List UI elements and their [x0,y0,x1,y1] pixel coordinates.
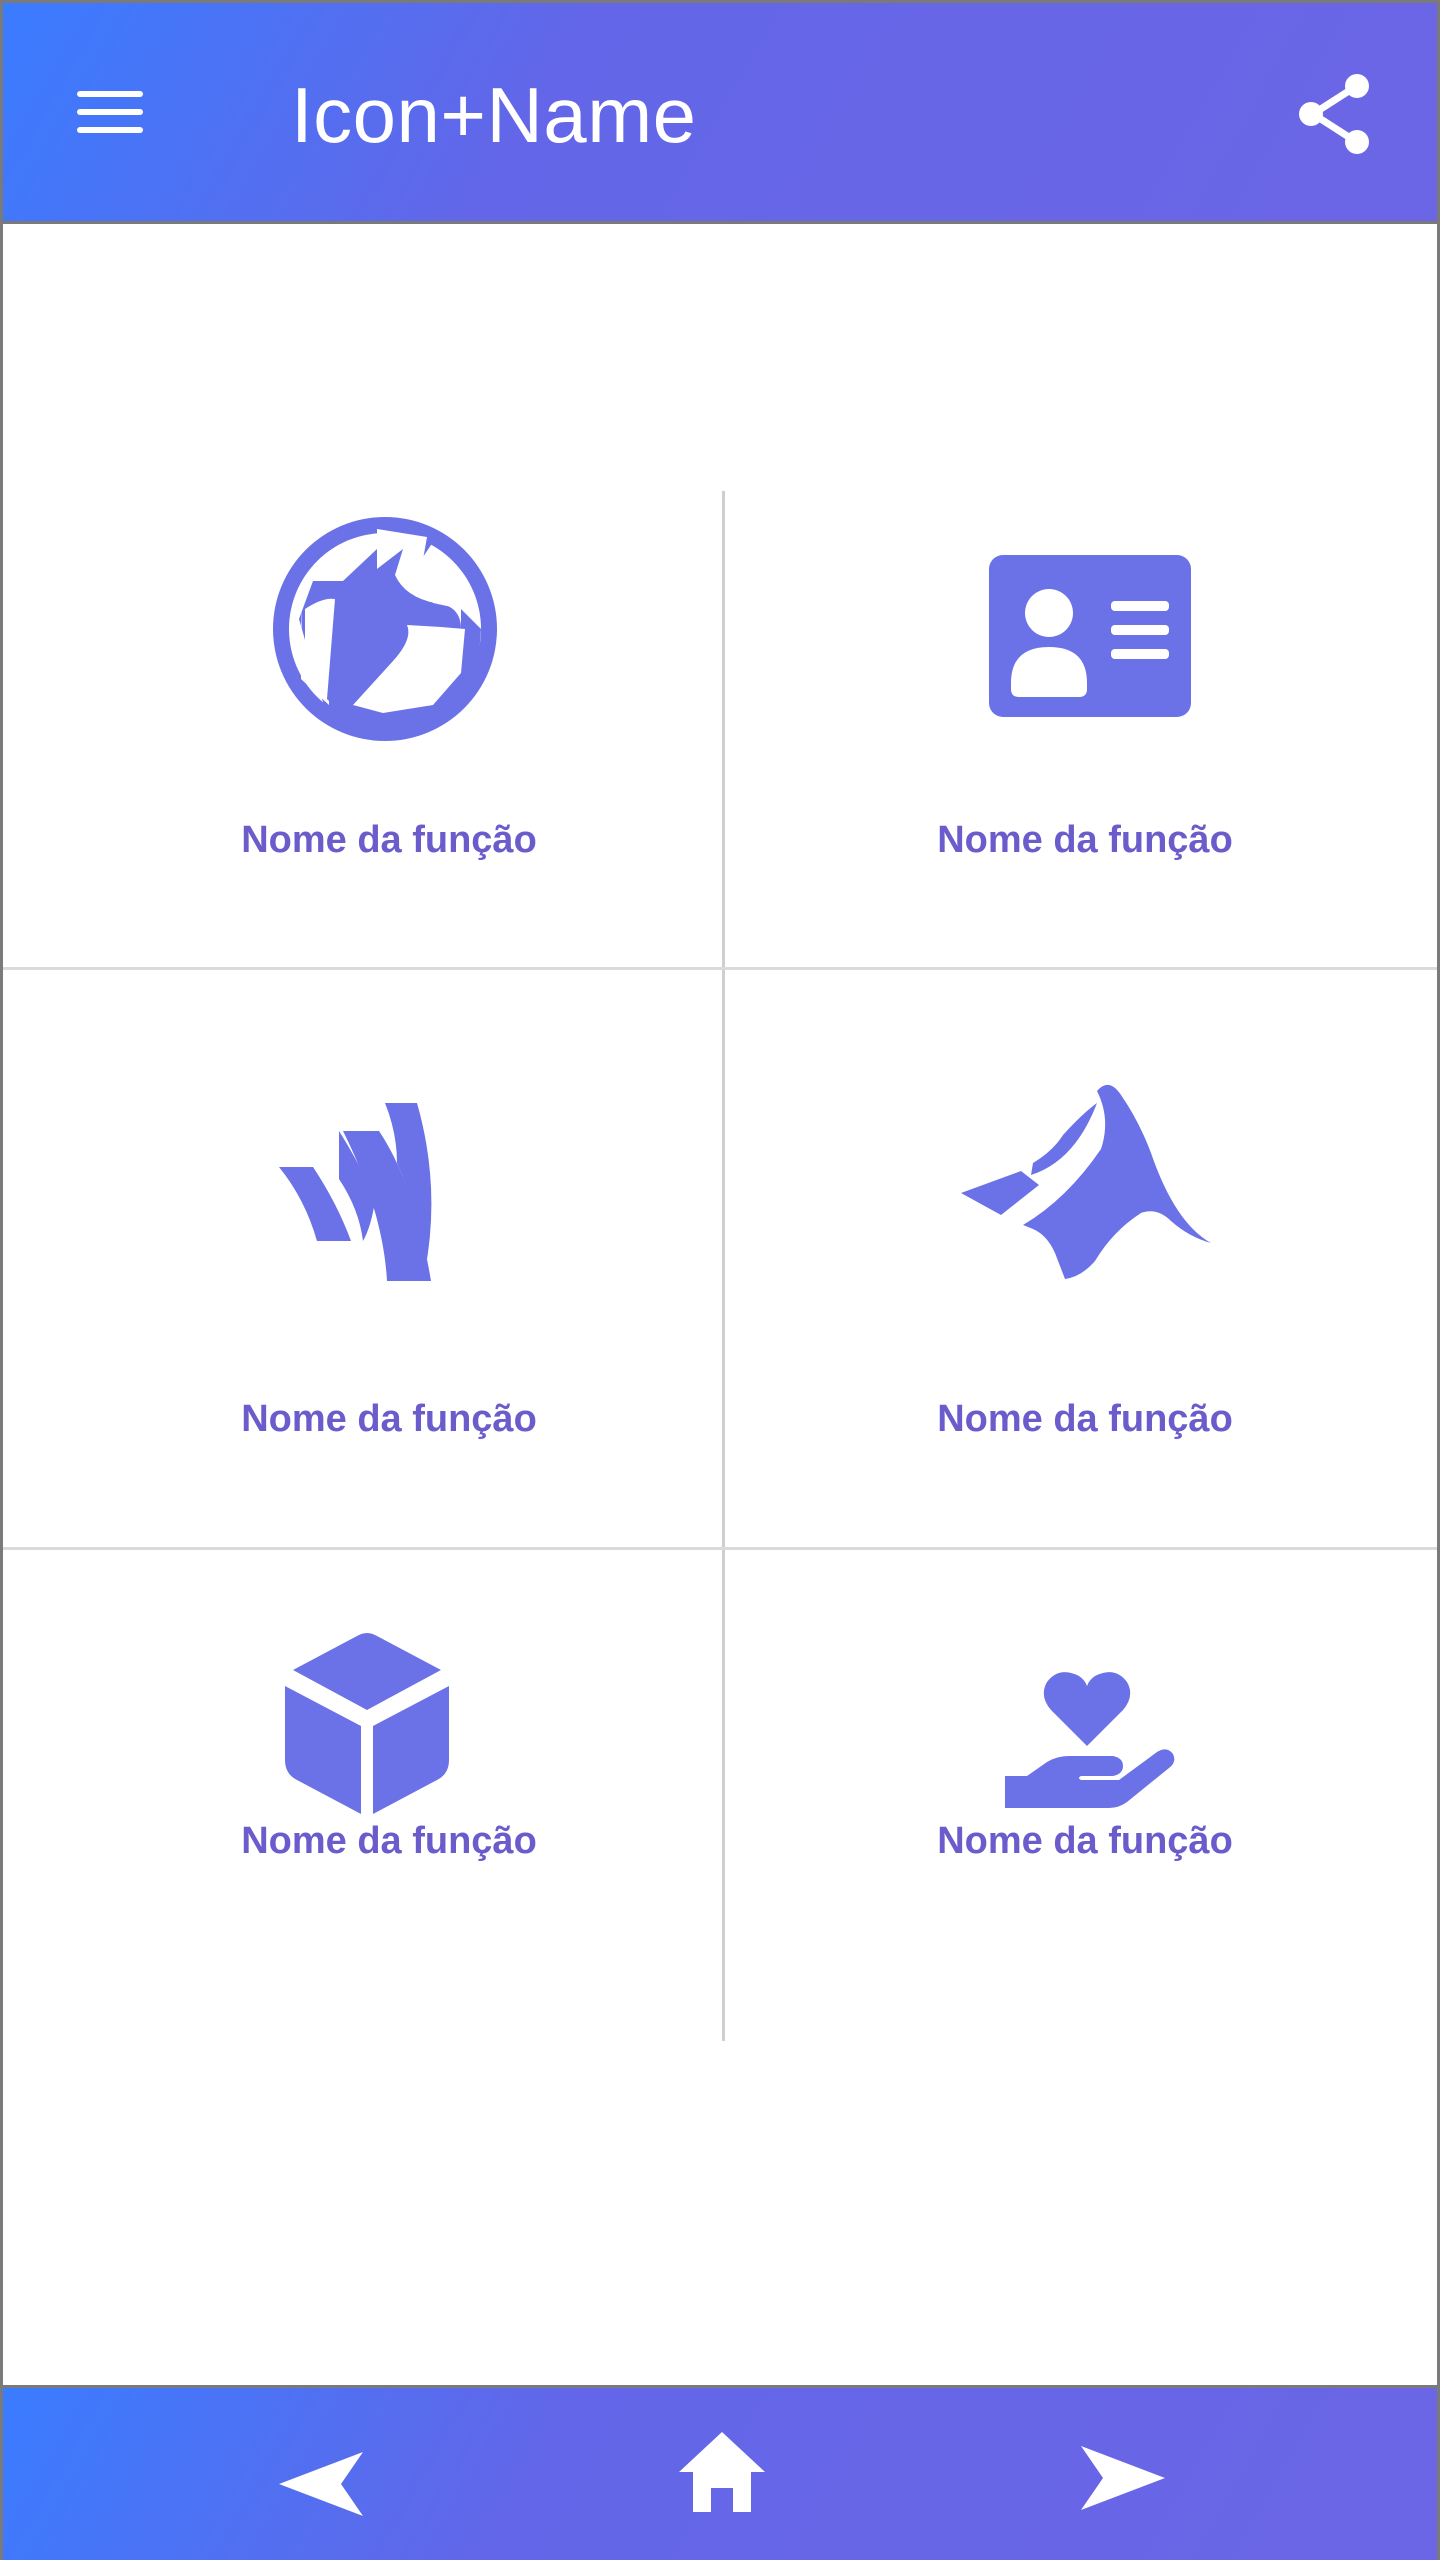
function-grid: Nome da função Nome da função Nome da fu… [3,491,1437,2041]
wikifolio-stripes-icon [279,1103,432,1281]
tile-label: Nome da função [241,1820,537,1862]
bottom-nav-bar [3,2385,1437,2560]
matlab-icon [961,1084,1211,1279]
tile-hand-heart[interactable]: Nome da função [735,1550,1435,2041]
chevron-left-icon[interactable] [279,2452,363,2521]
tile-label: Nome da função [241,819,537,861]
id-card-icon [989,555,1191,717]
tile-label: Nome da função [937,1820,1233,1862]
tile-matlab[interactable]: Nome da função [735,970,1435,1547]
chevron-right-icon[interactable] [1081,2446,1165,2515]
share-icon[interactable] [1295,73,1375,155]
tile-id-card[interactable]: Nome da função [735,491,1435,967]
tile-label: Nome da função [937,1398,1233,1440]
page-title: Icon+Name [291,71,697,159]
home-icon[interactable] [679,2432,765,2517]
hand-holding-heart-icon [1005,1672,1175,1808]
app-screen: Icon+Name Nome da função Nome da função … [0,0,1440,2560]
tile-globe[interactable]: Nome da função [39,491,739,967]
cube-icon [285,1633,449,1814]
tile-label: Nome da função [241,1398,537,1440]
tile-stripes[interactable]: Nome da função [39,970,739,1547]
top-app-bar: Icon+Name [3,3,1437,224]
hamburger-menu-icon[interactable] [69,81,153,143]
globe-icon [273,517,497,741]
tile-cube[interactable]: Nome da função [39,1550,739,2041]
tile-label: Nome da função [937,819,1233,861]
